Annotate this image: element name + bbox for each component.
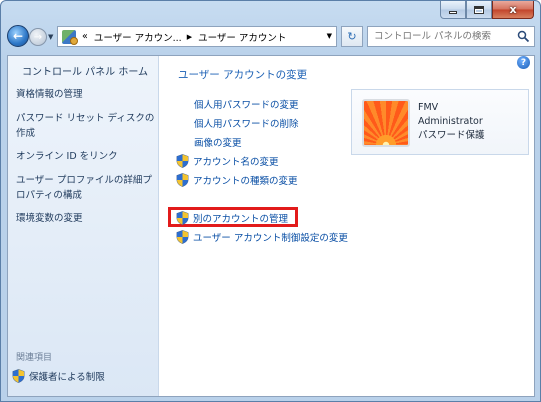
maximize-icon — [474, 5, 484, 14]
page-title: ユーザー アカウントの変更 — [178, 69, 308, 81]
breadcrumb-user-accounts-parent[interactable]: ユーザー アカウン... — [94, 30, 182, 44]
task-label: アカウントの種類の変更 — [193, 176, 298, 187]
shield-icon — [176, 211, 189, 225]
sidebar-item-parental-controls[interactable]: 保護者による制限 — [12, 369, 105, 383]
breadcrumb-separator-icon[interactable]: ▶ — [187, 33, 192, 41]
search-box[interactable] — [367, 26, 535, 47]
task-change-password[interactable]: 個人用パスワードの変更 — [194, 97, 299, 111]
task-label: 個人用パスワードの削除 — [194, 119, 299, 130]
task-label: アカウント名の変更 — [193, 157, 279, 168]
sidebar-control-panel-home[interactable]: コントロール パネル ホーム — [22, 63, 148, 78]
address-bar[interactable]: « ユーザー アカウン... ▶ ユーザー アカウント ▼ — [57, 26, 337, 47]
sidebar-item-advanced-profile-properties[interactable]: ユーザー プロファイルの詳細プロパティの構成 — [16, 173, 160, 203]
content-pane: コントロール パネル ホーム 資格情報の管理 パスワード リセット ディスクの作… — [7, 55, 535, 397]
shield-icon — [176, 173, 189, 187]
shield-icon — [12, 369, 25, 383]
shield-icon — [176, 154, 189, 168]
task-label: 別のアカウントの管理 — [193, 214, 289, 225]
forward-arrow-icon: → — [33, 31, 43, 43]
task-manage-another-account[interactable]: 別のアカウントの管理 — [176, 211, 288, 225]
minimize-icon — [449, 11, 457, 14]
maximize-button[interactable] — [466, 1, 492, 19]
refresh-button[interactable]: ↻ — [341, 26, 363, 47]
account-name: FMV — [418, 102, 439, 113]
control-panel-icon — [62, 29, 78, 45]
account-card: FMV Administrator パスワード保護 — [351, 89, 529, 155]
close-button[interactable]: x — [492, 1, 534, 19]
task-label: 個人用パスワードの変更 — [194, 100, 299, 111]
task-label: ユーザー アカウント制御設定の変更 — [193, 233, 348, 244]
account-status: パスワード保護 — [418, 130, 485, 141]
refresh-icon: ↻ — [347, 30, 357, 43]
control-panel-window: x ← → ▼ « ユーザー アカウン... ▶ ユーザー アカウント ▼ ↻ — [0, 0, 541, 402]
navigation-bar: ← → ▼ « ユーザー アカウン... ▶ ユーザー アカウント ▼ ↻ — [7, 25, 535, 49]
task-change-uac-settings[interactable]: ユーザー アカウント制御設定の変更 — [176, 230, 348, 244]
address-dropdown-icon[interactable]: ▼ — [327, 32, 332, 40]
related-section-title: 関連項目 — [16, 353, 53, 363]
breadcrumb-user-accounts[interactable]: ユーザー アカウント — [198, 30, 286, 44]
sidebar-item-environment-variables[interactable]: 環境変数の変更 — [16, 212, 160, 226]
account-type: Administrator — [418, 116, 483, 127]
task-change-account-type[interactable]: アカウントの種類の変更 — [176, 173, 298, 187]
search-icon[interactable] — [517, 30, 530, 43]
search-input[interactable] — [374, 31, 514, 42]
recent-pages-dropdown-icon[interactable]: ▼ — [48, 33, 53, 41]
sidebar-item-password-reset-disk[interactable]: パスワード リセット ディスクの作成 — [16, 111, 160, 141]
task-change-account-name[interactable]: アカウント名の変更 — [176, 154, 279, 168]
forward-button[interactable]: → — [29, 28, 47, 46]
sidebar-item-link-online-id[interactable]: オンライン ID をリンク — [16, 150, 160, 164]
shield-icon — [176, 230, 189, 244]
breadcrumb-overflow[interactable]: « — [82, 31, 88, 42]
task-change-picture[interactable]: 画像の変更 — [194, 135, 242, 149]
sidebar-item-credential-manager[interactable]: 資格情報の管理 — [16, 88, 160, 102]
sidebar: コントロール パネル ホーム 資格情報の管理 パスワード リセット ディスクの作… — [8, 56, 159, 396]
caption-buttons: x — [440, 1, 534, 19]
help-icon[interactable]: ? — [517, 56, 530, 69]
account-info: FMV Administrator パスワード保護 — [418, 101, 485, 143]
task-label: 画像の変更 — [194, 138, 242, 149]
parental-controls-label: 保護者による制限 — [29, 372, 105, 383]
back-arrow-icon: ← — [12, 29, 24, 43]
task-remove-password[interactable]: 個人用パスワードの削除 — [194, 116, 299, 130]
minimize-button[interactable] — [440, 1, 466, 19]
avatar — [362, 99, 410, 147]
close-icon: x — [509, 3, 517, 16]
sidebar-links: 資格情報の管理 パスワード リセット ディスクの作成 オンライン ID をリンク… — [16, 88, 160, 235]
back-button[interactable]: ← — [7, 25, 29, 47]
